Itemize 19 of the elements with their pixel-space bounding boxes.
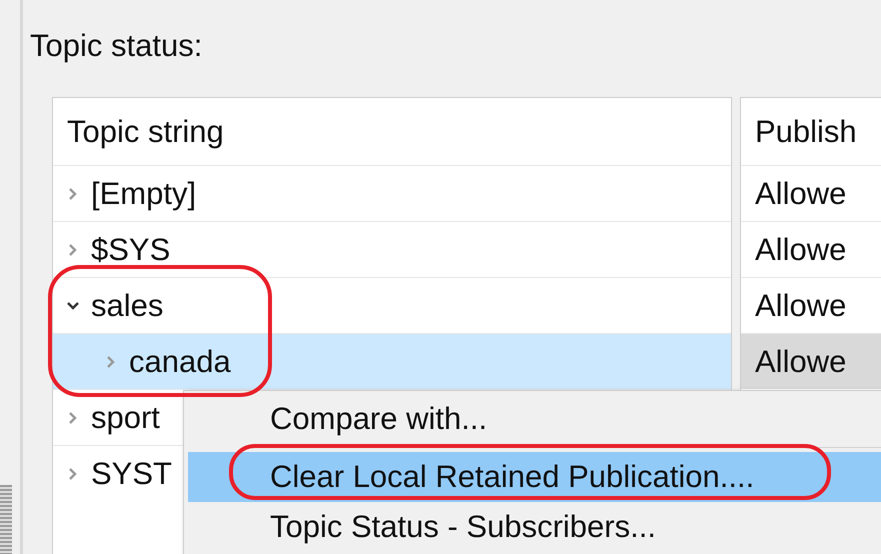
table-cell: Allowe bbox=[741, 221, 881, 277]
topic-label: SYST bbox=[91, 456, 172, 492]
topic-label: sport bbox=[91, 400, 160, 436]
table-cell: Allowe bbox=[741, 165, 881, 221]
column-header[interactable]: Topic string bbox=[67, 114, 224, 150]
column-header[interactable]: Publish bbox=[755, 114, 857, 150]
topic-label: sales bbox=[91, 288, 164, 324]
menu-item[interactable]: Topic Status - Subscribers... bbox=[188, 502, 881, 552]
menu-item[interactable]: Compare with... bbox=[188, 394, 881, 444]
panel-label: Topic status: bbox=[30, 27, 204, 65]
striped-edge bbox=[0, 485, 12, 554]
table-cell: Allowe bbox=[741, 333, 881, 389]
tree-row[interactable]: canada bbox=[53, 333, 731, 389]
topic-label: $SYS bbox=[91, 232, 170, 268]
tree-row[interactable]: [Empty] bbox=[53, 165, 731, 221]
tree-row[interactable]: $SYS bbox=[53, 221, 731, 277]
topic-label: [Empty] bbox=[91, 176, 196, 212]
topic-label: canada bbox=[129, 344, 231, 380]
menu-item[interactable]: Clear Local Retained Publication.... bbox=[188, 452, 881, 502]
